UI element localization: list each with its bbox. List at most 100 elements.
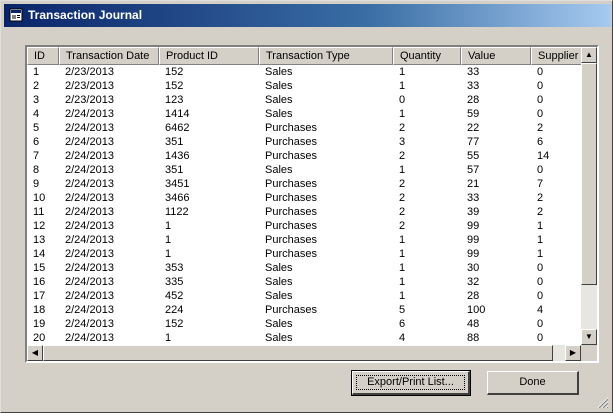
table-row[interactable]: 14 2/24/2013 1 Purchases 1 99 1 (27, 247, 581, 261)
cell-id: 3 (33, 94, 40, 106)
cell-product-id: 1 (165, 248, 172, 260)
cell-product-id: 6462 (165, 122, 190, 134)
title-bar[interactable]: Transaction Journal (4, 4, 611, 27)
cell-value: 55 (467, 150, 480, 162)
cell-value: 99 (467, 220, 480, 232)
cell-transaction-date: 2/24/2013 (65, 290, 114, 302)
cell-transaction-date: 2/24/2013 (65, 234, 114, 246)
done-button[interactable]: Done (487, 371, 579, 395)
horizontal-scrollbar[interactable]: ◀ ▶ (27, 345, 581, 361)
table-row[interactable]: 8 2/24/2013 351 Sales 1 57 0 (27, 163, 581, 177)
arrow-left-icon: ◀ (31, 348, 39, 357)
table-row[interactable]: 9 2/24/2013 3451 Purchases 2 21 7 (27, 177, 581, 191)
cell-product-id: 1436 (165, 150, 190, 162)
cell-quantity: 1 (399, 262, 406, 274)
cell-transaction-type: Purchases (265, 136, 317, 148)
table-row[interactable]: 4 2/24/2013 1414 Sales 1 59 0 (27, 107, 581, 121)
column-header-row: ID Transaction Date Product ID Transaction … (27, 47, 581, 65)
cell-value: 28 (467, 94, 480, 106)
cell-transaction-type: Purchases (265, 122, 317, 134)
cell-supplier-id: 7 (537, 178, 544, 190)
cell-transaction-date: 2/24/2013 (65, 318, 114, 330)
column-header-transaction-type[interactable]: Transaction Type (259, 47, 393, 65)
table-row[interactable]: 12 2/24/2013 1 Purchases 2 99 1 (27, 219, 581, 233)
export-print-button[interactable]: Export/Print List... (351, 370, 471, 396)
scroll-left-button[interactable]: ◀ (27, 345, 43, 361)
scroll-right-button[interactable]: ▶ (565, 345, 581, 361)
table-row[interactable]: 18 2/24/2013 224 Purchases 5 100 4 (27, 303, 581, 317)
table-row[interactable]: 6 2/24/2013 351 Purchases 3 77 6 (27, 135, 581, 149)
vertical-scroll-thumb[interactable] (581, 63, 597, 285)
column-header-value[interactable]: Value (461, 47, 531, 65)
cell-product-id: 351 (165, 164, 184, 176)
cell-supplier-id: 0 (537, 164, 544, 176)
column-header-transaction-date[interactable]: Transaction Date (59, 47, 159, 65)
table-row[interactable]: 13 2/24/2013 1 Purchases 1 99 1 (27, 233, 581, 247)
cell-value: 57 (467, 164, 480, 176)
cell-product-id: 3451 (165, 178, 190, 190)
table-row[interactable]: 16 2/24/2013 335 Sales 1 32 0 (27, 275, 581, 289)
table-row[interactable]: 7 2/24/2013 1436 Purchases 2 55 14 (27, 149, 581, 163)
cell-transaction-type: Purchases (265, 206, 317, 218)
table-row[interactable]: 5 2/24/2013 6462 Purchases 2 22 2 (27, 121, 581, 135)
cell-id: 8 (33, 164, 40, 176)
cell-value: 99 (467, 234, 480, 246)
cell-transaction-type: Sales (265, 332, 293, 344)
resize-grip-icon[interactable] (597, 397, 609, 409)
cell-supplier-id: 6 (537, 136, 544, 148)
cell-quantity: 6 (399, 318, 406, 330)
cell-transaction-type: Sales (265, 276, 293, 288)
scroll-down-button[interactable]: ▼ (581, 329, 597, 345)
column-header-supplier-id[interactable]: Supplier ID (531, 47, 581, 65)
cell-product-id: 1122 (165, 206, 189, 218)
cell-id: 13 (33, 234, 46, 246)
cell-id: 15 (33, 262, 46, 274)
table-row[interactable]: 19 2/24/2013 152 Sales 6 48 0 (27, 317, 581, 331)
cell-product-id: 152 (165, 318, 184, 330)
cell-supplier-id: 0 (537, 262, 544, 274)
cell-id: 11 (33, 206, 45, 218)
cell-transaction-type: Sales (265, 108, 293, 120)
table-row[interactable]: 11 2/24/2013 1122 Purchases 2 39 2 (27, 205, 581, 219)
cell-transaction-type: Sales (265, 164, 293, 176)
cell-product-id: 1 (165, 220, 172, 232)
cell-transaction-type: Purchases (265, 234, 317, 246)
cell-transaction-date: 2/24/2013 (65, 164, 114, 176)
cell-quantity: 2 (399, 122, 406, 134)
cell-value: 28 (467, 290, 480, 302)
cell-quantity: 1 (399, 80, 406, 92)
table-row[interactable]: 2 2/23/2013 152 Sales 1 33 0 (27, 79, 581, 93)
horizontal-scroll-thumb[interactable] (43, 345, 553, 361)
table-row[interactable]: 1 2/23/2013 152 Sales 1 33 0 (27, 65, 581, 79)
cell-id: 1 (33, 66, 40, 78)
cell-quantity: 1 (399, 164, 406, 176)
column-header-quantity[interactable]: Quantity (393, 47, 461, 65)
table-row[interactable]: 17 2/24/2013 452 Sales 1 28 0 (27, 289, 581, 303)
cell-supplier-id: 0 (537, 332, 544, 344)
table-row[interactable]: 15 2/24/2013 353 Sales 1 30 0 (27, 261, 581, 275)
cell-product-id: 1 (165, 234, 172, 246)
cell-value: 48 (467, 318, 480, 330)
cell-transaction-date: 2/23/2013 (65, 80, 114, 92)
cell-quantity: 0 (399, 94, 406, 106)
cell-value: 33 (467, 192, 480, 204)
cell-supplier-id: 1 (537, 248, 544, 260)
cell-value: 33 (467, 80, 480, 92)
cell-supplier-id: 4 (537, 304, 544, 316)
column-header-id[interactable]: ID (27, 47, 59, 65)
cell-supplier-id: 0 (537, 94, 544, 106)
cell-id: 17 (33, 290, 46, 302)
cell-transaction-type: Sales (265, 94, 293, 106)
table-row[interactable]: 3 2/23/2013 123 Sales 0 28 0 (27, 93, 581, 107)
column-header-product-id[interactable]: Product ID (159, 47, 259, 65)
cell-value: 33 (467, 66, 480, 78)
transaction-list[interactable]: ID Transaction Date Product ID Transaction … (25, 45, 599, 363)
table-row[interactable]: 10 2/24/2013 3466 Purchases 2 33 2 (27, 191, 581, 205)
table-row[interactable]: 20 2/24/2013 1 Sales 4 88 0 (27, 331, 581, 345)
cell-product-id: 1 (165, 332, 172, 344)
cell-supplier-id: 0 (537, 276, 544, 288)
vertical-scrollbar[interactable]: ▲ ▼ (581, 47, 597, 345)
cell-transaction-date: 2/24/2013 (65, 220, 114, 232)
window-title: Transaction Journal (28, 8, 143, 22)
scroll-up-button[interactable]: ▲ (581, 47, 597, 63)
